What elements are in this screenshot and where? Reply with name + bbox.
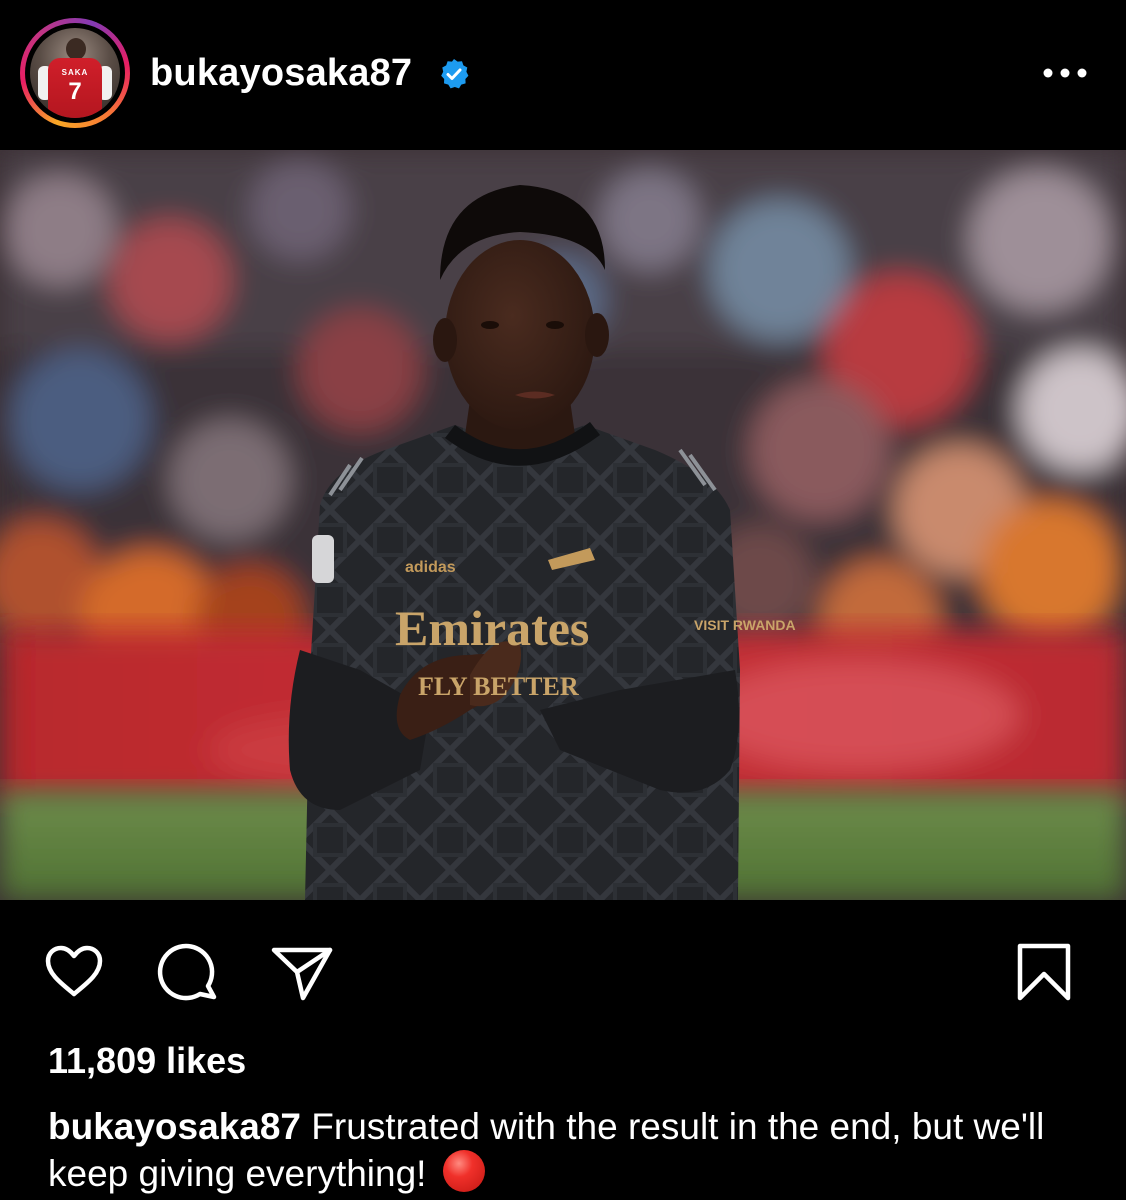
shirt-sponsor-subtext: FLY BETTER (418, 672, 579, 701)
post-username[interactable]: bukayosaka87 (150, 52, 412, 95)
post-action-bar (0, 900, 1126, 1030)
avatar-head (66, 38, 86, 60)
post-photo[interactable]: adidas Emirates FLY BETTER VISIT RWANDA (0, 150, 1126, 900)
heart-icon[interactable] (42, 940, 106, 1004)
post-caption: bukayosaka87 Frustrated with the result … (48, 1104, 1108, 1197)
likes-count[interactable]: 11,809 likes (48, 1040, 246, 1082)
more-options-icon[interactable] (1040, 58, 1090, 88)
shirt-brand-text: adidas (405, 559, 456, 576)
avatar-shirt-number: 7 (68, 78, 82, 105)
bookmark-icon[interactable] (1012, 940, 1076, 1004)
sleeve-sponsor-text: VISIT RWANDA (694, 617, 796, 633)
post-header: SAKA 7 bukayosaka87 (0, 0, 1126, 150)
red-circle-emoji (442, 1150, 485, 1192)
photo-illustration: adidas Emirates FLY BETTER VISIT RWANDA (0, 150, 1126, 900)
comment-icon[interactable] (156, 940, 220, 1004)
verified-badge-icon (438, 58, 470, 90)
shirt-sponsor-text: Emirates (395, 600, 589, 656)
profile-avatar[interactable]: SAKA 7 (20, 18, 130, 128)
send-icon[interactable] (270, 940, 334, 1004)
caption-username[interactable]: bukayosaka87 (48, 1106, 301, 1147)
avatar-shirt-name: SAKA (61, 68, 89, 77)
avatar-image: SAKA 7 (30, 28, 120, 118)
